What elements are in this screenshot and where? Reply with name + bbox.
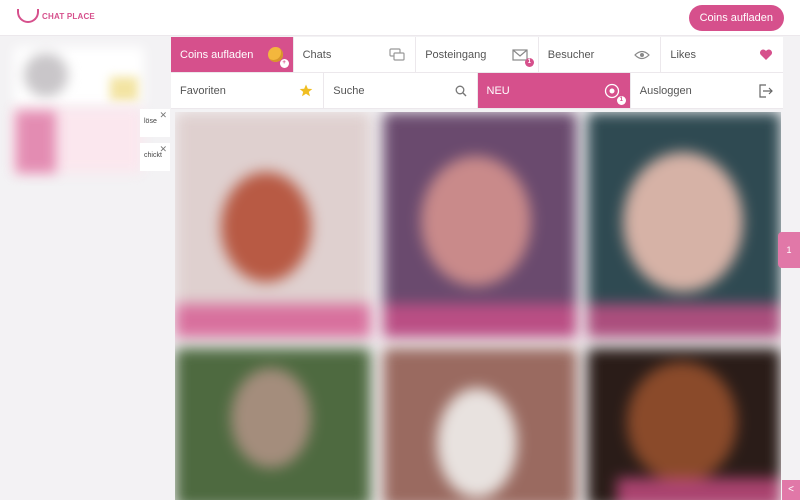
avatar	[24, 53, 68, 97]
nav-label: Likes	[670, 48, 697, 61]
nav-label: Chats	[302, 48, 332, 61]
nav-likes[interactable]: Likes	[661, 37, 783, 72]
profile-badge	[110, 77, 138, 101]
profile-tile[interactable]	[383, 348, 577, 500]
new-count-badge: 1	[616, 95, 626, 105]
envelope-icon: 1	[512, 48, 534, 67]
chat-bubbles-icon	[389, 47, 405, 62]
nav-suche[interactable]: Suche	[324, 73, 478, 108]
nav-label: Suche	[333, 84, 365, 97]
notification-popup[interactable]: chickt ✕	[140, 143, 170, 171]
main-nav-grid: Coins aufladen + Chats Posteingang 1 Bes…	[171, 37, 783, 109]
nav-label: Favoriten	[180, 84, 226, 97]
logo-text: CHAT PLACE	[42, 11, 95, 21]
nav-neu[interactable]: NEU 1	[477, 73, 631, 108]
side-counter-tab[interactable]: 1	[778, 232, 800, 268]
eye-icon	[634, 50, 651, 60]
notification-text: löse	[144, 118, 157, 125]
nav-label: Posteingang	[425, 48, 487, 61]
profile-tile[interactable]	[587, 348, 781, 500]
left-sidebar: löse ✕ chickt ✕	[0, 37, 171, 500]
nav-label: Coins aufladen	[180, 48, 254, 61]
nav-favoriten[interactable]: Favoriten	[171, 73, 325, 108]
search-icon	[455, 85, 467, 97]
nav-row-2: Favoriten Suche NEU 1 Ausloggen	[171, 73, 783, 109]
nav-ausloggen[interactable]: Ausloggen	[630, 73, 783, 108]
profile-grid	[175, 112, 781, 500]
nav-coins-aufladen[interactable]: Coins aufladen +	[171, 37, 294, 72]
inbox-count-badge: 1	[524, 57, 534, 67]
profile-tile[interactable]	[383, 112, 577, 338]
coins-aufladen-header-button[interactable]: Coins aufladen	[688, 5, 784, 31]
heart-icon	[759, 48, 773, 61]
star-icon	[299, 84, 313, 97]
close-icon[interactable]: ✕	[159, 110, 167, 121]
close-icon[interactable]: ✕	[159, 144, 167, 155]
nav-label: Ausloggen	[639, 84, 692, 97]
logout-icon	[758, 83, 773, 98]
coin-plus-icon: +	[267, 47, 289, 68]
collapse-tab[interactable]: <	[782, 480, 800, 500]
profile-tile[interactable]	[175, 348, 371, 500]
chat-place-logo[interactable]: CHAT PLACE	[17, 9, 95, 23]
avatar	[16, 111, 56, 173]
new-badge-icon: 1	[604, 83, 626, 105]
profile-tile[interactable]	[587, 112, 781, 338]
nav-row-1: Coins aufladen + Chats Posteingang 1 Bes…	[171, 37, 783, 73]
notification-popup[interactable]: löse ✕	[140, 109, 170, 137]
nav-posteingang[interactable]: Posteingang 1	[416, 37, 539, 72]
top-header: CHAT PLACE Coins aufladen	[0, 0, 800, 36]
smile-logo-icon	[17, 9, 39, 23]
profile-tile[interactable]	[175, 112, 371, 338]
nav-chats[interactable]: Chats	[293, 37, 417, 72]
nav-label: Besucher	[547, 48, 595, 61]
nav-besucher[interactable]: Besucher	[538, 37, 662, 72]
nav-label: NEU	[486, 84, 510, 97]
